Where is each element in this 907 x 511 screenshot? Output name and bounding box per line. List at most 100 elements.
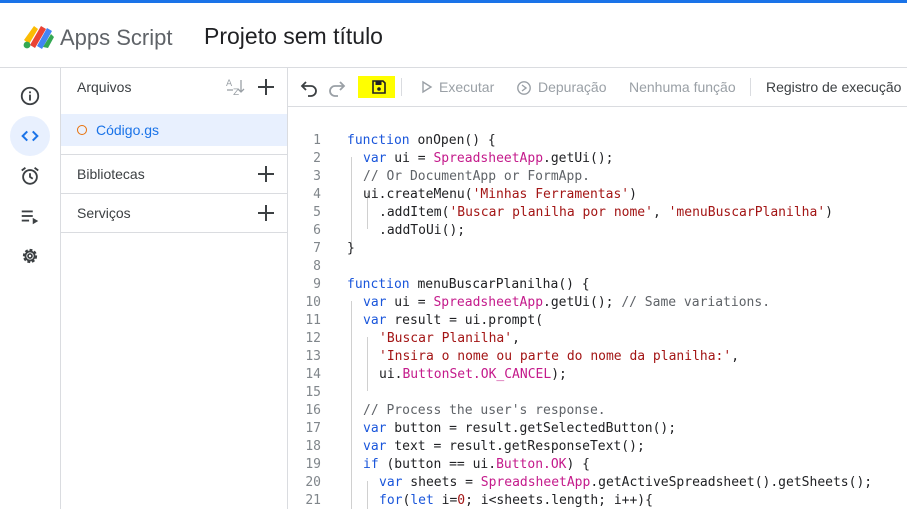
code-line[interactable]: 17 var button = result.getSelectedButton(…: [288, 421, 907, 439]
services-label: Serviços: [77, 205, 131, 221]
code-line[interactable]: 6 .addToUi();: [288, 223, 907, 241]
code-line[interactable]: 10 var ui = SpreadsheetApp.getUi(); // Sa…: [288, 295, 907, 313]
undo-icon[interactable]: [298, 76, 320, 98]
svg-text:A: A: [226, 79, 233, 89]
code-text: function onOpen() {: [347, 133, 496, 148]
settings-button[interactable]: [10, 236, 50, 276]
line-number: 9: [313, 277, 321, 292]
code-text: var text = result.getResponseText();: [363, 439, 645, 454]
code-token: 'Insira o nome ou parte do nome da plani…: [379, 349, 732, 364]
code-text: 'Insira o nome ou parte do nome da plani…: [379, 349, 739, 364]
code-token: SpreadsheetApp: [480, 475, 591, 490]
code-token: function: [347, 277, 410, 292]
code-token: SpreadsheetApp: [433, 295, 544, 310]
code-line[interactable]: 4 ui.createMenu('Minhas Ferramentas'): [288, 187, 907, 205]
code-line[interactable]: 16 // Process the user's response.: [288, 403, 907, 421]
code-text: var sheets = SpreadsheetApp.getActiveSpr…: [379, 475, 872, 490]
code-line[interactable]: 11 var result = ui.prompt(: [288, 313, 907, 331]
run-icon: [422, 80, 433, 94]
editor-toolbar: Executar Depuração Nenhuma função Regist…: [288, 68, 907, 107]
executions-button[interactable]: [10, 196, 50, 236]
add-file-plus-icon[interactable]: [255, 76, 277, 98]
project-title[interactable]: Projeto sem título: [204, 23, 383, 50]
sort-az-icon[interactable]: A Z: [223, 76, 245, 98]
redo-icon[interactable]: [326, 76, 348, 98]
code-line[interactable]: 2 var ui = SpreadsheetApp.getUi();: [288, 151, 907, 169]
code-line[interactable]: 7}: [288, 241, 907, 259]
files-label: Arquivos: [77, 79, 132, 95]
code-token: var: [363, 313, 387, 328]
code-line[interactable]: 19 if (button == ui.Button.OK) {: [288, 457, 907, 475]
code-text: var button = result.getSelectedButton();: [363, 421, 676, 436]
run-button[interactable]: Executar: [439, 79, 494, 95]
code-line[interactable]: 1 function onOpen() {: [288, 133, 907, 151]
code-line[interactable]: 18 var text = result.getResponseText();: [288, 439, 907, 457]
code-token: ui =: [386, 295, 434, 310]
code-text: for(let i=0; i<sheets.length; i++){: [379, 493, 653, 508]
code-token: text = result.getResponseText();: [386, 439, 645, 454]
file-item-codigo[interactable]: Código.gs: [61, 114, 287, 146]
line-number: 19: [305, 457, 321, 472]
code-text: .addToUi();: [379, 223, 465, 238]
code-token: .addToUi();: [379, 223, 466, 238]
app-header: Apps Script Projeto sem título: [0, 3, 907, 68]
code-token: var: [363, 439, 387, 454]
debug-button[interactable]: Depuração: [538, 79, 607, 95]
libraries-row[interactable]: Bibliotecas: [61, 155, 287, 193]
code-token: ButtonSet.OK_CANCEL: [402, 367, 552, 382]
code-line[interactable]: 5 .addItem('Buscar planilha por nome', 'm…: [288, 205, 907, 223]
save-icon: [372, 80, 386, 94]
triggers-button[interactable]: [10, 156, 50, 196]
files-panel: Arquivos A Z Código.gs Bibliotecas Servi…: [61, 68, 288, 509]
code-token: 'menuBuscarPlanilha': [668, 205, 826, 220]
code-token: // Or DocumentApp or FormApp.: [363, 169, 590, 184]
code-token: ui.createMenu(: [363, 187, 473, 202]
code-token: (button == ui.: [378, 457, 497, 472]
code-line[interactable]: 13 'Insira o nome ou parte do nome da pla…: [288, 349, 907, 367]
code-token: Button.OK: [496, 457, 567, 472]
line-number: 18: [305, 439, 321, 454]
code-text: ui.createMenu('Minhas Ferramentas'): [363, 187, 637, 202]
code-token: .getActiveSpreadsheet().getSheets();: [590, 475, 873, 490]
editor-button[interactable]: [10, 116, 50, 156]
add-library-plus-icon[interactable]: [255, 163, 277, 185]
save-button-highlight[interactable]: [358, 76, 395, 98]
code-text: // Process the user's response.: [363, 403, 606, 418]
line-number: 12: [305, 331, 321, 346]
code-text: var ui = SpreadsheetApp.getUi(); // Same…: [363, 295, 770, 310]
code-line[interactable]: 14 ui.ButtonSet.OK_CANCEL);: [288, 367, 907, 385]
code-editor[interactable]: 1 function onOpen() {2 var ui = Spreadshee…: [288, 107, 907, 509]
apps-script-logo-icon[interactable]: [21, 20, 55, 50]
toolbar-separator: [750, 78, 751, 96]
left-navigation-rail: [0, 68, 61, 509]
code-line[interactable]: 9 function menuBuscarPlanilha() {: [288, 277, 907, 295]
code-line[interactable]: 15: [288, 385, 907, 403]
add-service-plus-icon[interactable]: [255, 202, 277, 224]
code-token: 0: [457, 493, 466, 508]
code-token: onOpen() {: [409, 133, 496, 148]
code-text: if (button == ui.Button.OK) {: [363, 457, 590, 472]
execution-log-button[interactable]: Registro de execução: [766, 79, 901, 95]
code-line[interactable]: 12 'Buscar Planilha',: [288, 331, 907, 349]
code-line[interactable]: 21 for(let i=0; i<sheets.length; i++){: [288, 493, 907, 511]
code-line[interactable]: 8: [288, 259, 907, 277]
code-token: ) {: [566, 457, 590, 472]
line-number: 11: [305, 313, 321, 328]
code-token: 'Buscar planilha por nome': [449, 205, 653, 220]
debug-icon: [517, 81, 531, 95]
code-text: ui.ButtonSet.OK_CANCEL);: [379, 367, 567, 382]
code-token: // Same variations.: [621, 295, 771, 310]
function-select[interactable]: Nenhuma função: [629, 79, 736, 95]
code-token: var: [363, 151, 387, 166]
code-text: 'Buscar Planilha',: [379, 331, 520, 346]
app-name: Apps Script: [60, 25, 173, 50]
code-line[interactable]: 20 var sheets = SpreadsheetApp.getActiveS…: [288, 475, 907, 493]
services-row[interactable]: Serviços: [61, 194, 287, 232]
code-text: function menuBuscarPlanilha() {: [347, 277, 590, 292]
line-number: 10: [305, 295, 321, 310]
overview-button[interactable]: [10, 76, 50, 116]
divider: [61, 232, 287, 233]
line-number: 13: [305, 349, 321, 364]
code-line[interactable]: 3 // Or DocumentApp or FormApp.: [288, 169, 907, 187]
line-number: 15: [305, 385, 321, 400]
